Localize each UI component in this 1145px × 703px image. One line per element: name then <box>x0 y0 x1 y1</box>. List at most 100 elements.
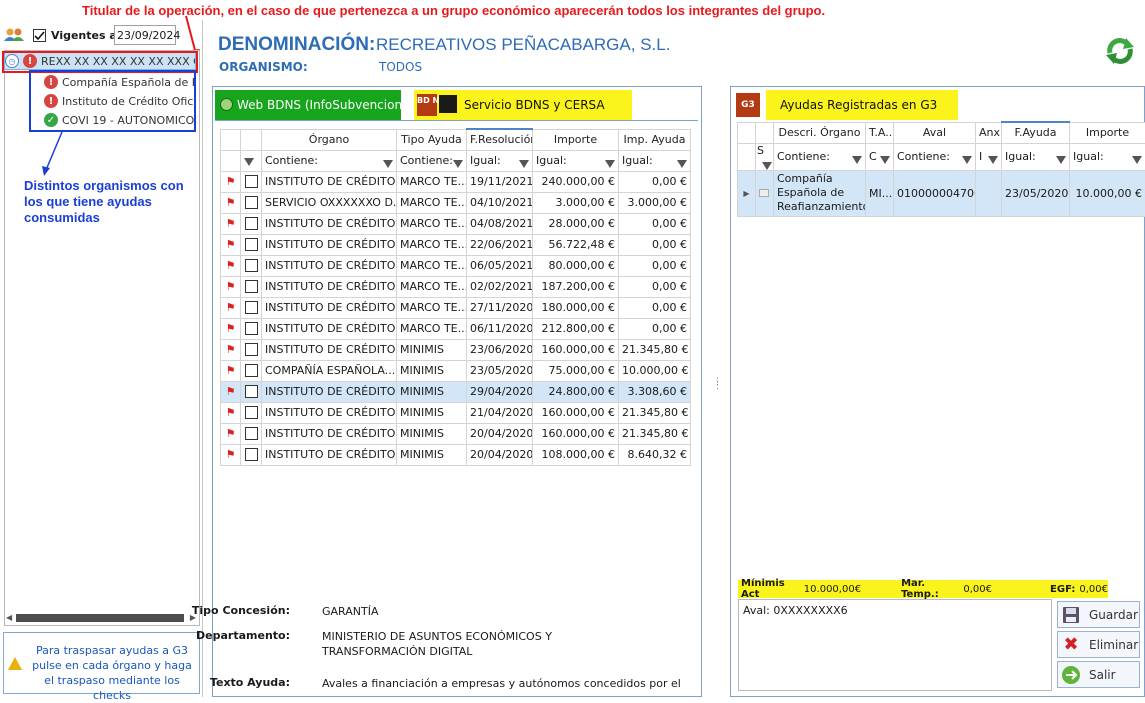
cell-organo: SERVICIO OXXXXXXO D... <box>262 192 397 213</box>
g3-filter-aval[interactable]: Contiene: <box>894 143 976 170</box>
minimis-label: Mínimis Act <box>741 578 800 600</box>
row-expand-icon[interactable]: ▶ <box>738 170 756 216</box>
filter-icon[interactable] <box>1056 156 1066 164</box>
table-row[interactable]: ⚑INSTITUTO DE CRÉDITO...MARCO TE...06/05… <box>221 255 691 276</box>
tab-web-bdns[interactable]: Web BDNS (InfoSubvenciones) <box>215 90 401 120</box>
row-checkbox[interactable] <box>241 234 262 255</box>
row-checkbox[interactable] <box>241 192 262 213</box>
filter-icon[interactable] <box>519 160 529 168</box>
table-row[interactable]: ⚑INSTITUTO DE CRÉDITO...MINIMIS21/04/202… <box>221 402 691 423</box>
row-checkbox[interactable] <box>241 276 262 297</box>
g3-filter-tipo[interactable]: C <box>866 143 894 170</box>
table-row[interactable]: ⚑INSTITUTO DE CRÉDITO...MINIMIS29/04/202… <box>221 381 691 402</box>
annotation-left-note: Distintos organismos con los que tiene a… <box>24 178 184 226</box>
flag-icon: ⚑ <box>221 402 241 423</box>
row-checkbox[interactable] <box>241 360 262 381</box>
filter-importe[interactable]: Igual: <box>533 150 619 171</box>
g3-filter-f-ayuda[interactable]: Igual: <box>1002 143 1070 170</box>
vigentes-checkbox[interactable] <box>33 28 46 42</box>
cell-tipo-ayuda: MARCO TE... <box>397 318 467 339</box>
salir-button[interactable]: Salir <box>1057 661 1140 688</box>
scroll-left-icon[interactable]: ◀ <box>6 613 12 622</box>
panel-splitter[interactable]: ⋮⋮ <box>713 380 722 388</box>
table-row[interactable]: ⚑INSTITUTO DE CRÉDITO...MINIMIS20/04/202… <box>221 423 691 444</box>
row-checkbox[interactable] <box>241 339 262 360</box>
filter-f-resolucion[interactable]: Igual: <box>467 150 533 171</box>
tab-ayudas-g3[interactable]: Ayudas Registradas en G3 <box>766 90 958 120</box>
g3-header-descri[interactable]: Descri. Órgano <box>774 122 866 143</box>
g3-header-aval[interactable]: Aval <box>894 122 976 143</box>
row-checkbox[interactable] <box>241 423 262 444</box>
mar-temp-value: 0,00€ <box>963 584 992 595</box>
cell-f-resolucion: 04/08/2021 <box>467 213 533 234</box>
refresh-icon[interactable] <box>1104 35 1136 67</box>
table-row[interactable]: ⚑INSTITUTO DE CRÉDITO...MINIMIS23/06/202… <box>221 339 691 360</box>
tab-servicio-bdns[interactable]: BD NC Servicio BDNS y CERSA <box>414 90 632 120</box>
g3-filter-s[interactable]: S <box>756 143 774 170</box>
filter-imp-ayuda[interactable]: Igual: <box>619 150 691 171</box>
row-checkbox[interactable] <box>241 171 262 192</box>
filter-icon[interactable] <box>244 158 254 166</box>
g3-header-importe[interactable]: Importe <box>1070 122 1145 143</box>
table-row[interactable]: ⚑INSTITUTO DE CRÉDITO...MINIMIS20/04/202… <box>221 444 691 465</box>
g3-cell-descri: Compañía Española de Reafianzamiento <box>774 170 866 216</box>
departamento-label: Departamento: <box>190 629 290 642</box>
table-row[interactable]: ⚑INSTITUTO DE CRÉDITO...MARCO TE...19/11… <box>221 171 691 192</box>
cell-importe: 212.800,00 € <box>533 318 619 339</box>
row-checkbox[interactable] <box>241 213 262 234</box>
g3-header-s[interactable] <box>756 122 774 143</box>
cell-imp-ayuda: 8.640,32 € <box>619 444 691 465</box>
filter-organo[interactable]: Contiene: <box>262 150 397 171</box>
row-checkbox[interactable] <box>241 381 262 402</box>
g3-table-row[interactable]: ▶ Compañía Española de Reafianzamiento M… <box>738 170 1145 216</box>
filter-icon[interactable] <box>988 156 998 164</box>
cell-f-resolucion: 19/11/2021 <box>467 171 533 192</box>
filter-icon[interactable] <box>762 162 772 170</box>
globe-icon <box>220 98 233 111</box>
header-f-resolucion[interactable]: F.Resolución <box>467 129 533 150</box>
filter-icon[interactable] <box>1132 156 1142 164</box>
filter-tipo-ayuda[interactable]: Contiene: <box>397 150 467 171</box>
header-tipo-ayuda[interactable]: Tipo Ayuda <box>397 129 467 150</box>
g3-header-tipo[interactable]: T.A... <box>866 122 894 143</box>
filter-icon[interactable] <box>677 160 687 168</box>
eliminar-button[interactable]: ✖ Eliminar <box>1057 631 1140 658</box>
header-importe[interactable]: Importe <box>533 129 619 150</box>
header-imp-ayuda[interactable]: Imp. Ayuda <box>619 129 691 150</box>
filter-icon[interactable] <box>852 156 862 164</box>
row-checkbox[interactable] <box>241 255 262 276</box>
filter-icon[interactable] <box>383 160 393 168</box>
row-checkbox[interactable] <box>241 297 262 318</box>
flag-icon: ⚑ <box>221 339 241 360</box>
filter-icon[interactable] <box>880 156 890 164</box>
annotation-blue-box <box>29 70 196 132</box>
g3-row-s[interactable] <box>756 170 774 216</box>
g3-header-anx[interactable]: Anx <box>976 122 1002 143</box>
table-row[interactable]: ⚑INSTITUTO DE CRÉDITO...MARCO TE...06/11… <box>221 318 691 339</box>
row-checkbox[interactable] <box>241 318 262 339</box>
table-row[interactable]: ⚑INSTITUTO DE CRÉDITO...MARCO TE...22/06… <box>221 234 691 255</box>
table-row[interactable]: ⚑INSTITUTO DE CRÉDITO...MARCO TE...02/02… <box>221 276 691 297</box>
scroll-thumb[interactable] <box>16 614 184 622</box>
row-checkbox[interactable] <box>241 444 262 465</box>
filter-check[interactable] <box>241 150 262 171</box>
g3-filter-descri[interactable]: Contiene: <box>774 143 866 170</box>
cell-f-resolucion: 04/10/2021 <box>467 192 533 213</box>
aval-notes-box[interactable]: Aval: 0XXXXXXXX6 <box>738 599 1052 691</box>
guardar-button[interactable]: Guardar <box>1057 601 1140 628</box>
table-row[interactable]: ⚑INSTITUTO DE CRÉDITO...MARCO TE...04/08… <box>221 213 691 234</box>
table-row[interactable]: ⚑COMPAÑÍA ESPAÑOLA...MINIMIS23/05/202075… <box>221 360 691 381</box>
table-row[interactable]: ⚑INSTITUTO DE CRÉDITO...MARCO TE...27/11… <box>221 297 691 318</box>
table-row[interactable]: ⚑SERVICIO OXXXXXXO D...MARCO TE...04/10/… <box>221 192 691 213</box>
filter-icon[interactable] <box>453 160 463 168</box>
header-organo[interactable]: Órgano <box>262 129 397 150</box>
tree-horizontal-scrollbar[interactable]: ◀ ▶ <box>6 612 196 624</box>
g3-header-f-ayuda[interactable]: F.Ayuda <box>1002 122 1070 143</box>
vigentes-date-input[interactable]: 23/09/2024 <box>114 25 176 45</box>
row-checkbox[interactable] <box>241 402 262 423</box>
filter-icon[interactable] <box>962 156 972 164</box>
group-users-icon[interactable] <box>4 26 24 44</box>
g3-filter-importe[interactable]: Igual: <box>1070 143 1145 170</box>
filter-icon[interactable] <box>605 160 615 168</box>
g3-filter-anx[interactable]: I <box>976 143 1002 170</box>
